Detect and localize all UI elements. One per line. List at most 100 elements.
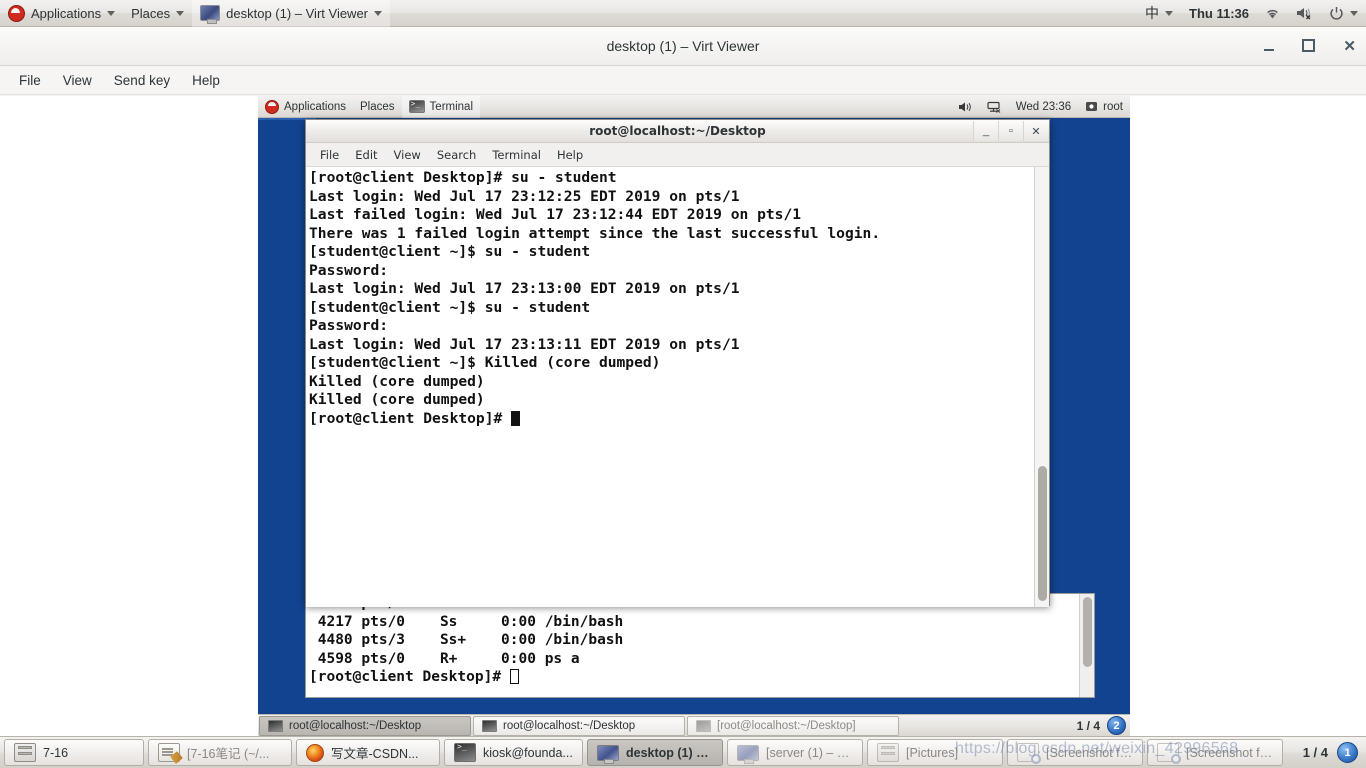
- maximize-button[interactable]: [1302, 38, 1316, 54]
- vm-top-panel: Applications Places Terminal: [258, 96, 1130, 118]
- host-clock[interactable]: Thu 11:36: [1181, 0, 1257, 27]
- ime-chinese-label: 中: [1145, 5, 1160, 21]
- vm-clock-label: Wed 23:36: [1015, 100, 1072, 113]
- terminal-prompt: [root@client Desktop]#: [309, 409, 512, 427]
- host-task-label: desktop (1) – ...: [626, 745, 713, 760]
- vm-viewport[interactable]: Applications Places Terminal: [258, 96, 1130, 736]
- vm-volume-indicator[interactable]: [951, 96, 980, 118]
- terminal-body[interactable]: [root@client Desktop]# su - student Last…: [306, 167, 1049, 607]
- host-applications-label: Applications: [31, 5, 102, 21]
- host-task-button-server1[interactable]: [server (1) – V...: [727, 739, 863, 766]
- terminal-icon: [268, 719, 283, 732]
- vm-task-label: root@localhost:~/Desktop: [289, 719, 422, 732]
- host-task-button-pictures[interactable]: [Pictures]: [867, 739, 1003, 766]
- minimize-button[interactable]: _: [973, 121, 998, 141]
- menu-send-key[interactable]: Send key: [103, 70, 181, 91]
- vm-clock[interactable]: Wed 23:36: [1009, 96, 1078, 118]
- terminal-menu-help[interactable]: Help: [549, 146, 591, 164]
- vm-task-label: root@localhost:~/Desktop: [503, 719, 636, 732]
- host-task-label: [Screenshot fr...: [1186, 745, 1273, 760]
- host-taskbar: 7-16 [7-16笔记 (~/... 写文章-CSDN... kiosk@fo…: [0, 736, 1366, 768]
- host-places-label: Places: [131, 5, 171, 21]
- chevron-down-icon: [1165, 10, 1174, 16]
- terminal-menu-file[interactable]: File: [312, 146, 347, 164]
- terminal-menu-search[interactable]: Search: [429, 146, 485, 164]
- terminal-window[interactable]: root@localhost:~/Desktop _ ▫ ✕ File Edit…: [305, 119, 1050, 607]
- background-terminal-window[interactable]: 3373 pts/2 Ss+ 0:00 -bash 4217 pts/0 Ss …: [305, 593, 1095, 698]
- maximize-button[interactable]: ▫: [998, 121, 1023, 141]
- terminal-icon: [408, 100, 425, 113]
- host-wifi-indicator[interactable]: [1257, 0, 1288, 27]
- host-ime-indicator[interactable]: 中: [1137, 0, 1181, 27]
- background-terminal-output: 3373 pts/2 Ss+ 0:00 -bash 4217 pts/0 Ss …: [306, 594, 1080, 697]
- terminal-output: [root@client Desktop]# su - student Last…: [309, 169, 1033, 428]
- host-volume-indicator[interactable]: [1288, 0, 1321, 27]
- virt-viewer-titlebar[interactable]: desktop (1) – Virt Viewer ✕: [0, 27, 1366, 66]
- terminal-menu-view[interactable]: View: [386, 146, 429, 164]
- menu-help[interactable]: Help: [181, 70, 231, 91]
- bg-terminal-cursor: [509, 669, 519, 684]
- scrollbar-thumb[interactable]: [1038, 466, 1047, 601]
- host-task-button-screenshot-1[interactable]: [Screenshot fr...: [1007, 739, 1143, 766]
- power-icon: [1330, 6, 1343, 20]
- background-terminal-scrollbar[interactable]: [1079, 594, 1094, 697]
- vm-workspace-pager[interactable]: 1 / 4 2: [1077, 716, 1130, 735]
- vm-task-button[interactable]: root@localhost:~/Desktop: [473, 715, 685, 736]
- terminal-icon: [482, 719, 497, 732]
- terminal-line: Last login: Wed Jul 17 23:12:25 EDT 2019…: [309, 187, 740, 205]
- vm-user-label: root: [1103, 100, 1123, 113]
- close-button[interactable]: ✕: [1023, 121, 1048, 141]
- bg-term-line: 4217 pts/0 Ss 0:00 /bin/bash: [309, 613, 624, 630]
- host-window-menu[interactable]: desktop (1) – Virt Viewer: [192, 0, 391, 27]
- terminal-menu-edit[interactable]: Edit: [347, 146, 385, 164]
- vm-active-window-item[interactable]: Terminal: [401, 96, 481, 118]
- vm-applications-menu[interactable]: Applications: [258, 96, 353, 118]
- vm-applications-label: Applications: [284, 100, 347, 113]
- menu-view[interactable]: View: [52, 70, 103, 91]
- chevron-down-icon: [176, 10, 185, 16]
- terminal-line: [student@client ~]$ su - student: [309, 243, 591, 260]
- host-task-button-notes[interactable]: [7-16笔记 (~/...: [148, 739, 292, 766]
- vm-network-indicator[interactable]: [980, 96, 1009, 118]
- host-task-button-kiosk[interactable]: kiosk@founda...: [444, 739, 583, 766]
- monitor-icon: [597, 744, 619, 764]
- terminal-line: Last failed login: Wed Jul 17 23:12:44 E…: [309, 206, 802, 223]
- host-places-menu[interactable]: Places: [123, 0, 192, 27]
- vm-taskbar: root@localhost:~/Desktop root@localhost:…: [258, 714, 1130, 736]
- terminal-titlebar[interactable]: root@localhost:~/Desktop _ ▫ ✕: [306, 120, 1049, 143]
- terminal-line: [student@client ~]$ Killed (core dumped): [309, 354, 661, 371]
- host-task-button-7-16[interactable]: 7-16: [4, 739, 144, 766]
- terminal-window-buttons: _ ▫ ✕: [973, 121, 1048, 141]
- host-task-label: [Screenshot fr...: [1046, 745, 1133, 760]
- vm-user-menu[interactable]: root: [1078, 96, 1130, 118]
- vm-places-menu[interactable]: Places: [353, 96, 402, 118]
- host-task-button-screenshot-2[interactable]: [Screenshot fr...: [1147, 739, 1283, 766]
- volume-icon: [958, 102, 971, 111]
- chevron-down-icon: [374, 10, 383, 16]
- terminal-line: Last login: Wed Jul 17 23:13:11 EDT 2019…: [309, 335, 740, 353]
- monitor-icon: [200, 5, 221, 24]
- bg-term-prompt: [root@client Desktop]#: [309, 669, 510, 685]
- host-task-button-desktop1[interactable]: desktop (1) – ...: [587, 739, 723, 766]
- vm-task-button[interactable]: root@localhost:~/Desktop: [259, 715, 471, 736]
- wifi-icon: [1267, 9, 1278, 18]
- host-task-button-firefox[interactable]: 写文章-CSDN...: [296, 739, 440, 766]
- menu-file[interactable]: File: [8, 70, 52, 91]
- chevron-down-icon: [1350, 10, 1358, 16]
- vm-task-button[interactable]: [root@localhost:~/Desktop]: [687, 715, 899, 736]
- close-button[interactable]: ✕: [1343, 39, 1356, 54]
- host-window-title-label: desktop (1) – Virt Viewer: [226, 5, 369, 21]
- virt-viewer-right-filler: [1130, 96, 1366, 736]
- scrollbar-thumb[interactable]: [1083, 597, 1092, 667]
- host-power-menu[interactable]: [1321, 0, 1366, 27]
- host-notification-badge[interactable]: 1: [1337, 742, 1358, 763]
- minimize-button[interactable]: [1264, 39, 1275, 53]
- vm-notification-badge[interactable]: 2: [1107, 716, 1126, 735]
- user-icon: [1086, 101, 1098, 111]
- host-applications-menu[interactable]: Applications: [0, 0, 123, 27]
- host-workspace-pager[interactable]: 1 / 4 1: [1303, 742, 1364, 763]
- terminal-menu-terminal[interactable]: Terminal: [484, 146, 549, 164]
- virt-viewer-title: desktop (1) – Virt Viewer: [606, 38, 760, 54]
- terminal-scrollbar[interactable]: [1034, 167, 1049, 607]
- host-task-label: 7-16: [43, 745, 69, 760]
